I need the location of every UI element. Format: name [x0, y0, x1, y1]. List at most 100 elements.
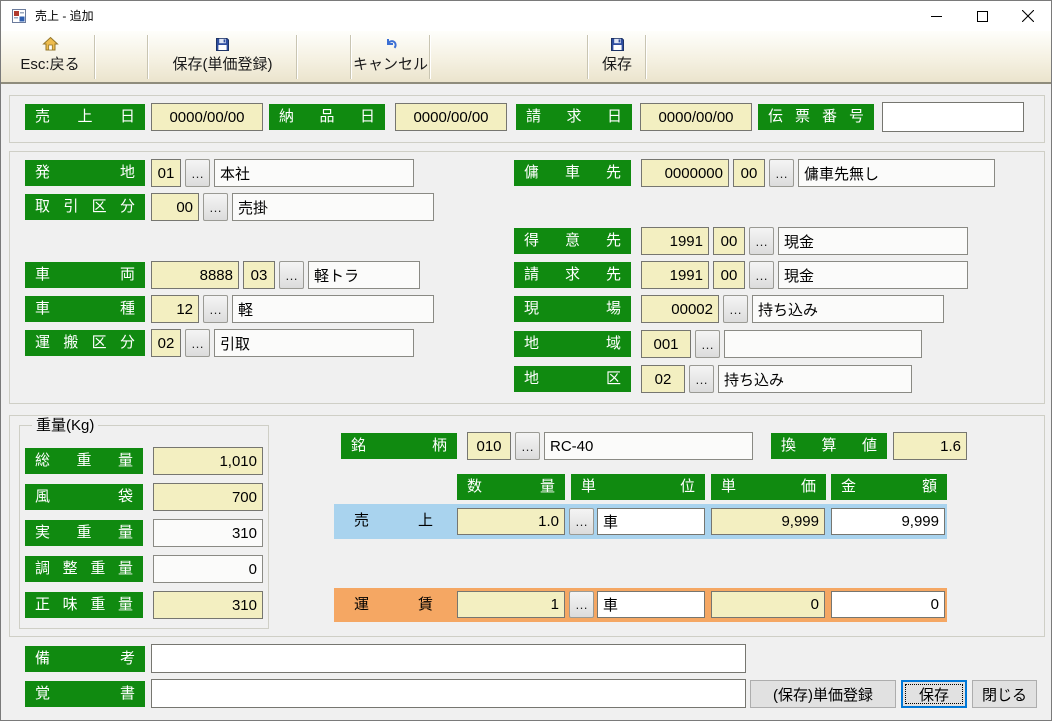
freight-unit-input[interactable]: 車: [597, 591, 705, 618]
amount-header: 金額: [831, 474, 947, 500]
site-label: 現場: [514, 296, 631, 322]
sales-unit-input[interactable]: 車: [597, 508, 705, 535]
freight-amount-field: 0: [831, 591, 945, 618]
unit-header: 単位: [571, 474, 705, 500]
transport-label: 運搬区分: [25, 330, 145, 356]
brand-name-field: RC-40: [544, 432, 753, 460]
billing-to-code-input[interactable]: 1991: [641, 261, 709, 289]
freight-unit-browse-button[interactable]: …: [569, 591, 594, 618]
actual-weight-field: 310: [153, 519, 263, 547]
vehicle-type-code-input[interactable]: 12: [151, 295, 199, 323]
toolbar-back-label: Esc:戻る: [20, 54, 79, 76]
freight-price-input[interactable]: 0: [711, 591, 825, 618]
minimize-icon: [931, 11, 942, 22]
customer-subcode-input[interactable]: 00: [713, 227, 745, 255]
adjust-weight-field: 0: [153, 555, 263, 583]
brand-browse-button[interactable]: …: [515, 432, 540, 460]
freight-qty-input[interactable]: 1: [457, 591, 565, 618]
gross-weight-input[interactable]: 1,010: [153, 447, 263, 475]
toolbar-save-button[interactable]: 保存: [591, 34, 643, 80]
charter-browse-button[interactable]: …: [769, 159, 794, 187]
minimize-button[interactable]: [913, 1, 959, 31]
toolbar-save-label: 保存: [602, 54, 632, 76]
weight-group-title: 重量(Kg): [32, 416, 98, 436]
footer-save-button[interactable]: 保存: [901, 680, 967, 708]
site-browse-button[interactable]: …: [723, 295, 748, 323]
transport-code-input[interactable]: 02: [151, 329, 181, 357]
brand-code-input[interactable]: 010: [467, 432, 511, 460]
memo-label: 覚書: [25, 681, 145, 707]
floppy-icon: [610, 34, 625, 54]
footer-close-button[interactable]: 閉じる: [972, 680, 1037, 708]
district-browse-button[interactable]: …: [689, 365, 714, 393]
conversion-label: 換算値: [771, 433, 887, 459]
memo-input[interactable]: [151, 679, 746, 708]
footer-save-unit-button[interactable]: (保存)単価登録: [750, 680, 896, 708]
toolbar-cancel-label: キャンセル: [353, 54, 428, 76]
district-label: 地区: [514, 366, 631, 392]
home-icon: [42, 34, 59, 54]
site-name-field: 持ち込み: [752, 295, 944, 323]
brand-label: 銘柄: [341, 433, 457, 459]
sales-unit-browse-button[interactable]: …: [569, 508, 594, 535]
vehicle-subcode-input[interactable]: 03: [243, 261, 275, 289]
departure-browse-button[interactable]: …: [185, 159, 210, 187]
close-button[interactable]: [1005, 1, 1051, 31]
toolbar: Esc:戻る 保存(単価登録) キャンセル 保存: [1, 31, 1051, 84]
toolbar-separator: [587, 35, 589, 79]
freight-row-label: 運賃: [346, 592, 441, 618]
sales-qty-input[interactable]: 1.0: [457, 508, 565, 535]
qty-header: 数量: [457, 474, 565, 500]
billing-to-label: 請求先: [514, 262, 631, 288]
billing-to-browse-button[interactable]: …: [749, 261, 774, 289]
slip-number-input[interactable]: [882, 102, 1024, 132]
sales-amount-field: 9,999: [831, 508, 945, 535]
remarks-label: 備考: [25, 646, 145, 672]
vehicle-code-input[interactable]: 8888: [151, 261, 239, 289]
charter-subcode-input[interactable]: 00: [733, 159, 765, 187]
customer-browse-button[interactable]: …: [749, 227, 774, 255]
vehicle-name-field: 軽トラ: [308, 261, 420, 289]
district-code-input[interactable]: 02: [641, 365, 685, 393]
charter-label: 傭車先: [514, 160, 631, 186]
net-weight-input[interactable]: 310: [153, 591, 263, 619]
toolbar-back-button[interactable]: Esc:戻る: [7, 34, 93, 80]
price-header: 単価: [711, 474, 826, 500]
billing-to-subcode-input[interactable]: 00: [713, 261, 745, 289]
app-icon: [11, 8, 27, 24]
transaction-name-field: 売掛: [232, 193, 434, 221]
toolbar-cancel-button[interactable]: キャンセル: [354, 34, 427, 80]
region-code-input[interactable]: 001: [641, 330, 691, 358]
transaction-browse-button[interactable]: …: [203, 193, 228, 221]
conversion-value-input[interactable]: 1.6: [893, 432, 967, 460]
vehicle-type-name-field: 軽: [232, 295, 434, 323]
region-label: 地域: [514, 331, 631, 357]
vehicle-type-browse-button[interactable]: …: [203, 295, 228, 323]
region-browse-button[interactable]: …: [695, 330, 720, 358]
maximize-button[interactable]: [959, 1, 1005, 31]
window-title: 売上 - 追加: [35, 1, 94, 31]
billing-to-name-field: 現金: [778, 261, 968, 289]
delivery-date-input[interactable]: 0000/00/00: [395, 103, 507, 131]
transaction-code-input[interactable]: 00: [151, 193, 199, 221]
vehicle-label: 車両: [25, 262, 145, 288]
toolbar-save-unit-button[interactable]: 保存(単価登録): [151, 34, 294, 80]
departure-label: 発地: [25, 160, 145, 186]
transport-name-field: 引取: [214, 329, 414, 357]
district-name-field: 持ち込み: [718, 365, 912, 393]
customer-code-input[interactable]: 1991: [641, 227, 709, 255]
billing-date-input[interactable]: 0000/00/00: [640, 103, 752, 131]
vehicle-browse-button[interactable]: …: [279, 261, 304, 289]
billing-date-label: 請求日: [516, 104, 632, 130]
site-code-input[interactable]: 00002: [641, 295, 719, 323]
sales-price-input[interactable]: 9,999: [711, 508, 825, 535]
departure-code-input[interactable]: 01: [151, 159, 181, 187]
tare-weight-input[interactable]: 700: [153, 483, 263, 511]
transport-browse-button[interactable]: …: [185, 329, 210, 357]
maximize-icon: [977, 11, 988, 22]
delivery-date-label: 納品日: [269, 104, 385, 130]
charter-code-input[interactable]: 0000000: [641, 159, 729, 187]
sales-row-label: 売上: [346, 508, 441, 534]
remarks-input[interactable]: [151, 644, 746, 673]
sale-date-input[interactable]: 0000/00/00: [151, 103, 263, 131]
